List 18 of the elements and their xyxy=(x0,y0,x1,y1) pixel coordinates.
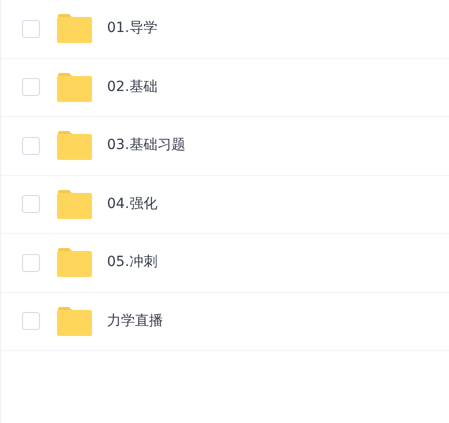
folder-icon xyxy=(57,248,92,278)
checkbox[interactable] xyxy=(22,195,40,214)
folder-icon xyxy=(57,14,92,44)
folder-name[interactable]: 01.导学 xyxy=(107,18,158,40)
folder-icon xyxy=(57,190,92,219)
folder-name[interactable]: 力学直播 xyxy=(107,310,163,332)
folder-name[interactable]: 03.基础习题 xyxy=(107,135,186,156)
checkbox[interactable] xyxy=(22,20,40,38)
folder-name[interactable]: 04.强化 xyxy=(107,194,158,215)
folder-name[interactable]: 05.冲刺 xyxy=(107,252,158,274)
checkbox[interactable] xyxy=(22,254,40,272)
checkbox[interactable] xyxy=(22,136,40,155)
folder-icon xyxy=(57,306,92,336)
folder-icon xyxy=(57,72,92,102)
folder-icon xyxy=(57,131,92,160)
checkbox[interactable] xyxy=(22,312,40,330)
checkbox[interactable] xyxy=(22,78,40,96)
folder-name[interactable]: 02.基础 xyxy=(107,76,158,98)
